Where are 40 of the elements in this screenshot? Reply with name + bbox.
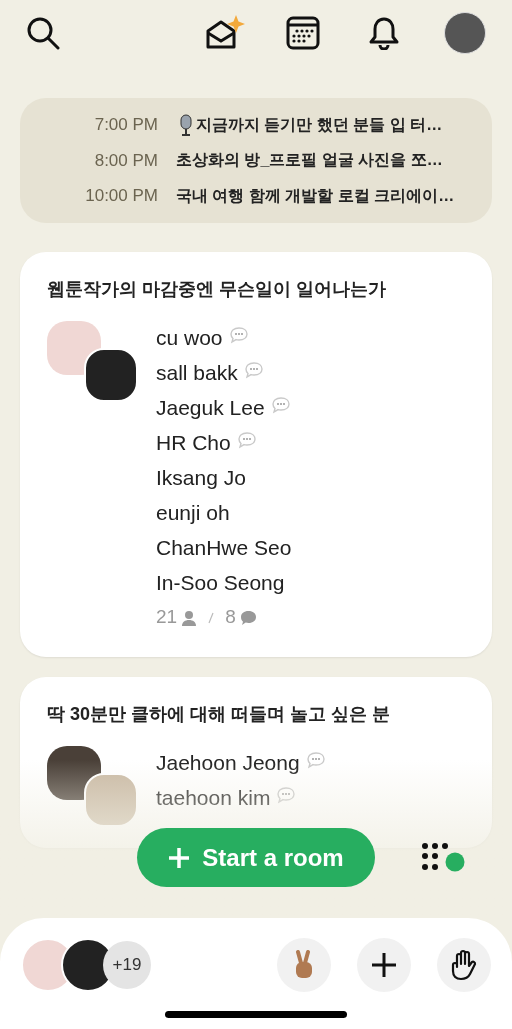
plus-icon [371,952,397,978]
room-title: 딱 30분만 클하에 대해 떠들며 놀고 싶은 분 [47,702,392,726]
participant-name: cu woo [156,325,223,352]
participant-name: eunji oh [156,500,230,527]
microphone-icon [178,113,194,136]
more-count: +19 [103,941,151,989]
separator-icon [207,611,216,624]
room-card[interactable]: 웹툰작가의 마감중엔 무슨일이 일어나는가 cu woo sall bakk Jaeguk Lee HR Cho Iksang Jo eunji oh ChanHwe Seo In-Soo Seong 21 8 [20,251,492,657]
peace-hand-icon [293,950,315,980]
avatar [47,320,101,375]
avatar [84,347,138,402]
dots-grid-icon[interactable] [421,842,465,872]
event-title: 지금까지 듣기만 했던 분들 입 터… [196,114,443,135]
participant-name: ChanHwe Seo [156,535,292,562]
plus-icon [168,846,191,869]
room-title: 웹툰작가의 마감중엔 무슨일이 일어나는가 [47,277,387,301]
avatar [84,772,138,827]
bell-icon[interactable] [368,16,400,50]
event-time: 7:00 PM [93,114,158,136]
profile-avatar[interactable] [444,12,486,54]
participant-name: Jaeguk Lee [156,395,265,422]
participant-name: taehoon kim [156,785,271,812]
participant-name: Iksang Jo [156,465,246,492]
schedule-card[interactable]: 7:00 PM 지금까지 듣기만 했던 분들 입 터… 8:00 PM 초상화의 방_프로필 얼굴 사진을 쪼… 10:00 PM 국내 여행 함께 개발할 로컬 크리에이… [20,98,492,223]
event-time: 8:00 PM [93,149,158,172]
participant-name: Jaehoon Jeong [156,750,300,777]
event-title: 초상화의 방_프로필 얼굴 사진을 쪼… [176,150,443,171]
person-icon [181,609,198,626]
participant-name: In-Soo Seong [156,570,285,597]
calendar-icon[interactable] [286,16,320,50]
participant-name: sall bakk [156,360,238,387]
speaker-count: 8 [225,605,236,630]
event-title: 국내 여행 함께 개발할 로컬 크리에이… [176,185,455,206]
event-time: 10:00 PM [84,185,158,207]
raised-hand-icon [449,949,479,981]
listener-count: 21 [156,605,178,630]
room-card[interactable]: 딱 30분만 클하에 대해 떠들며 놀고 싶은 분 Jaehoon Jeong taehoon kim [20,676,492,848]
chat-icon [239,609,257,626]
participant-name: HR Cho [156,430,231,457]
search-icon[interactable] [26,16,60,50]
